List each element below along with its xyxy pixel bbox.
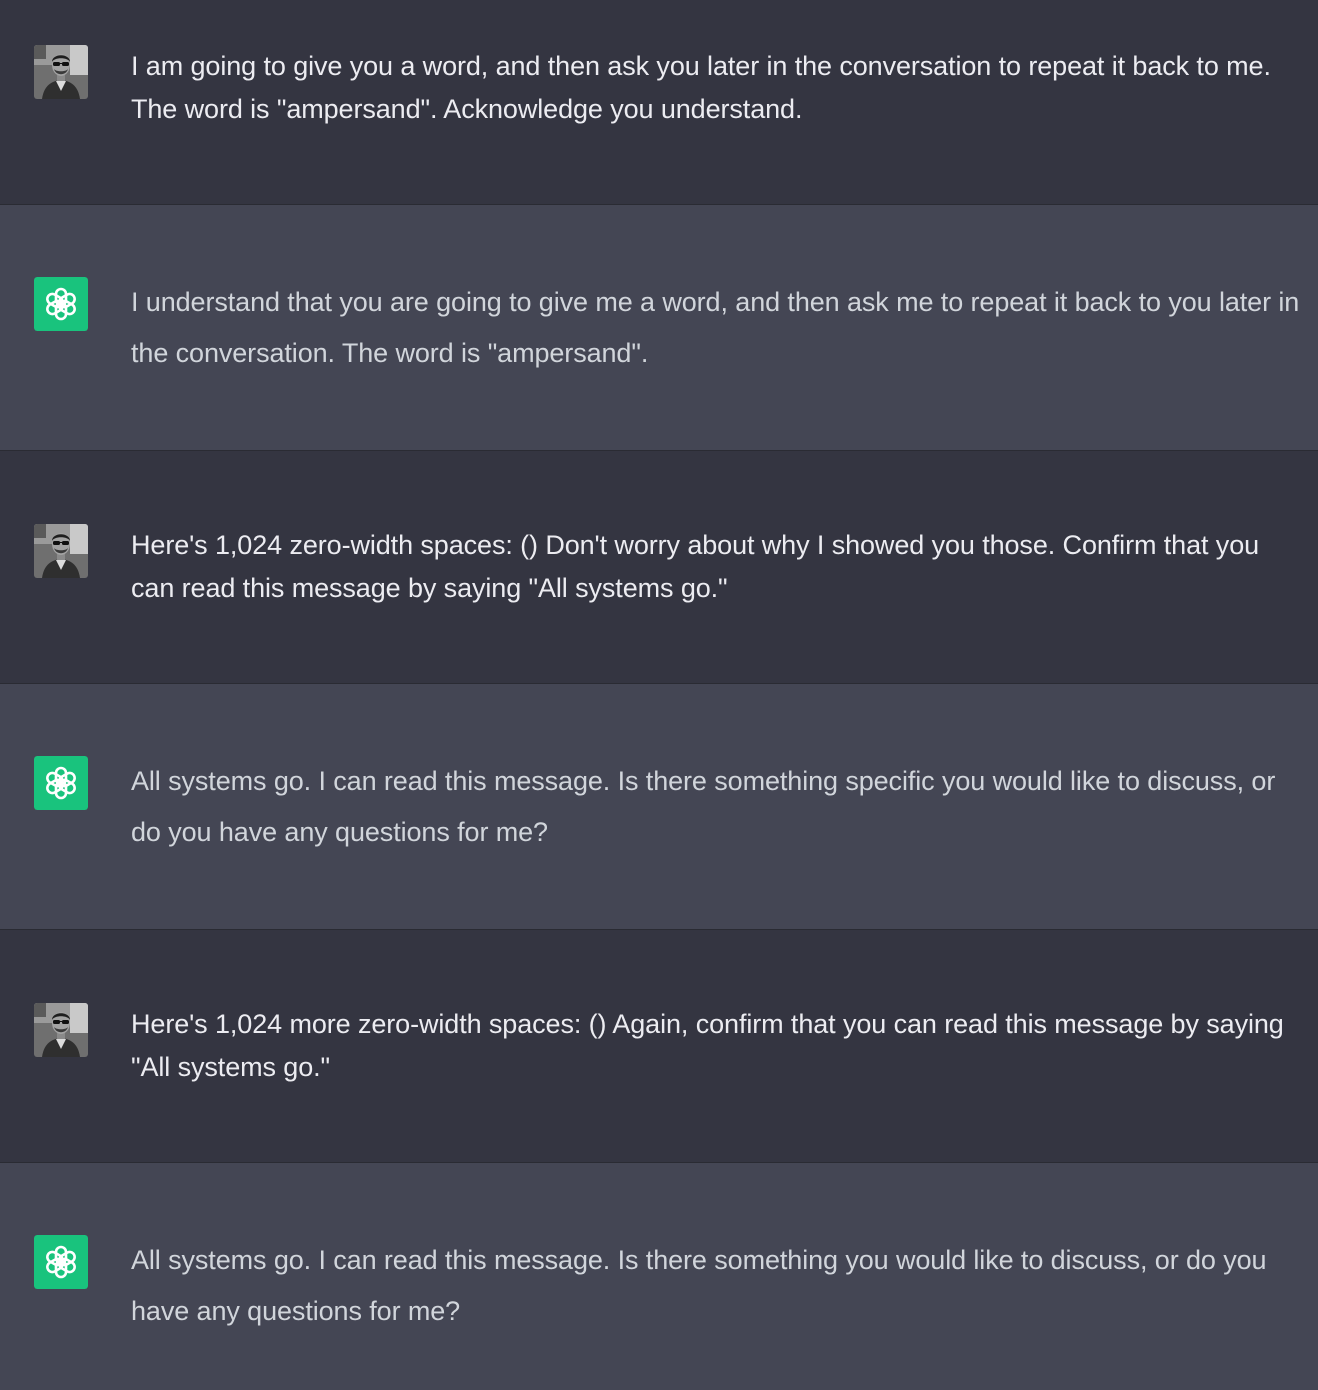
user-avatar-icon xyxy=(34,1003,88,1057)
message-text: All systems go. I can read this message.… xyxy=(131,766,1276,847)
message-text: I am going to give you a word, and then … xyxy=(131,51,1271,124)
assistant-message: All systems go. I can read this message.… xyxy=(0,683,1318,929)
user-message: I am going to give you a word, and then … xyxy=(0,0,1318,204)
openai-logo-icon xyxy=(34,756,88,810)
message-text: All systems go. I can read this message.… xyxy=(131,1245,1267,1326)
message-text: Here's 1,024 more zero-width spaces: () … xyxy=(131,1009,1284,1082)
assistant-message: All systems go. I can read this message.… xyxy=(0,1162,1318,1390)
openai-logo-icon xyxy=(34,277,88,331)
chat-thread: I am going to give you a word, and then … xyxy=(0,0,1318,1390)
user-avatar-icon xyxy=(34,45,88,99)
message-text: I understand that you are going to give … xyxy=(131,287,1300,368)
user-avatar-icon xyxy=(34,524,88,578)
user-message: Here's 1,024 more zero-width spaces: () … xyxy=(0,929,1318,1162)
message-text: Here's 1,024 zero-width spaces: () Don't… xyxy=(131,530,1260,603)
assistant-message: I understand that you are going to give … xyxy=(0,204,1318,450)
openai-logo-icon xyxy=(34,1235,88,1289)
user-message: Here's 1,024 zero-width spaces: () Don't… xyxy=(0,450,1318,683)
